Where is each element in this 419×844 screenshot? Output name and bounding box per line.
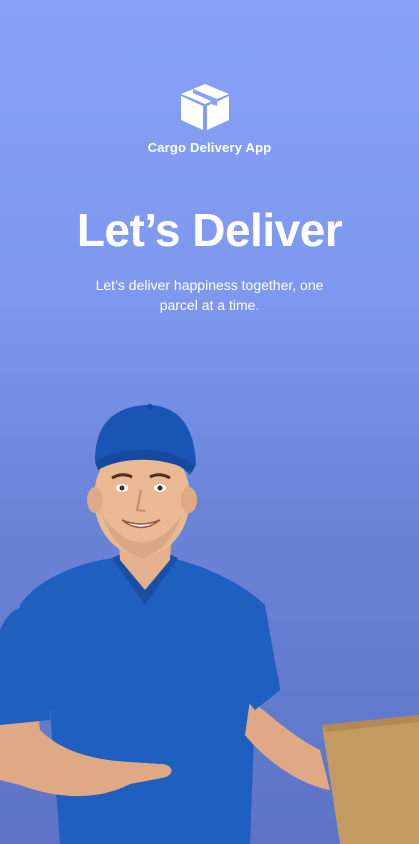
package-box-icon — [181, 84, 229, 130]
app-name: Cargo Delivery App — [147, 140, 272, 155]
onboarding-subtitle: Let’s deliver happiness together, one pa… — [95, 277, 324, 313]
onboarding-headline: Let’s Deliver — [76, 204, 343, 256]
delivery-man-illustration — [0, 404, 419, 844]
onboarding-screen: Cargo Delivery App Let’s Deliver Let’s d… — [0, 0, 419, 844]
